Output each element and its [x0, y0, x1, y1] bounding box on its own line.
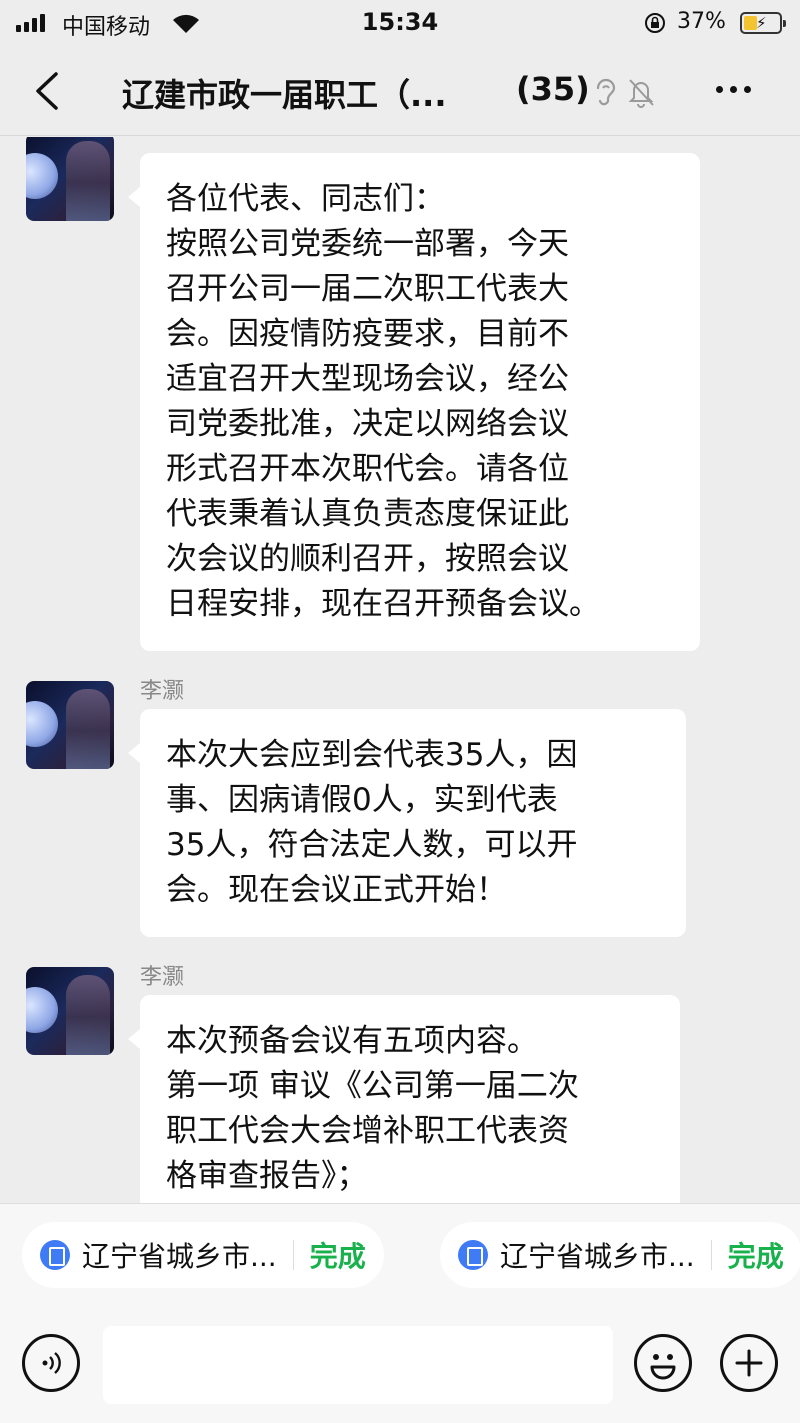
message-line: 司党委批准，决定以网络会议 — [166, 406, 569, 442]
task-title: 辽宁省城乡市... — [500, 1240, 695, 1273]
message-line: 本次预备会议有五项内容。 — [166, 1023, 538, 1059]
plus-icon — [735, 1349, 763, 1377]
message-line: 第一项 审议《公司第一届二次 — [166, 1068, 579, 1104]
message-line: 按照公司党委统一部署，今天 — [166, 226, 569, 262]
message-line: 本次大会应到会代表35人，因 — [166, 737, 578, 773]
member-count: (35) — [516, 70, 590, 108]
voice-icon — [42, 1352, 61, 1374]
message-line: 适宜召开大型现场会议，经公 — [166, 361, 569, 397]
clipboard-icon — [40, 1240, 70, 1270]
bell-muted-icon — [628, 79, 654, 108]
task-status: 完成 — [727, 1240, 784, 1273]
avatar[interactable] — [26, 137, 114, 221]
battery-percent: 37% — [677, 9, 726, 34]
orientation-lock-icon — [645, 13, 665, 33]
smiley-icon — [650, 1354, 676, 1380]
message-line: 事、因病请假0人，实到代表 — [166, 782, 558, 818]
sender-name: 李灏 — [140, 679, 185, 704]
chat-title[interactable]: 辽建市政一届职工（... — [122, 70, 446, 116]
message-line: 形式召开本次职代会。请各位 — [166, 451, 569, 487]
ear-icon — [596, 78, 616, 106]
message-line: 35人，符合法定人数，可以开 — [166, 827, 578, 863]
message-line: 召开公司一届二次职工代表大 — [166, 271, 569, 307]
message-bubble[interactable]: 各位代表、同志们： 按照公司党委统一部署，今天 召开公司一届二次职工代表大 会。… — [128, 153, 700, 651]
message-line: 日程安排，现在召开预备会议。 — [166, 586, 600, 622]
message-line: 会。因疫情防疫要求，目前不 — [166, 316, 569, 352]
chat-header: 辽建市政一届职工（... (35) — [0, 46, 800, 136]
message-line: 代表秉着认真负责态度保证此 — [166, 496, 569, 532]
message-input[interactable] — [103, 1326, 613, 1404]
message-bubble[interactable]: 本次预备会议有五项内容。 第一项 审议《公司第一届二次 职工代会大会增补职工代表… — [128, 995, 680, 1203]
task-chip[interactable]: 辽宁省城乡市... 完成 — [22, 1222, 384, 1288]
sender-name: 李灏 — [140, 965, 185, 990]
task-title: 辽宁省城乡市... — [82, 1240, 277, 1273]
message-line: 各位代表、同志们： — [166, 181, 445, 217]
voice-input-button[interactable] — [22, 1334, 80, 1392]
message-list[interactable]: 李灏 各位代表、同志们： 按照公司党委统一部署，今天 召开公司一届二次职工代表大… — [0, 137, 800, 1203]
message-bubble[interactable]: 本次大会应到会代表35人，因 事、因病请假0人，实到代表 35人，符合法定人数，… — [128, 709, 686, 937]
back-chevron-icon[interactable] — [30, 68, 70, 114]
emoji-button[interactable] — [634, 1334, 692, 1392]
message-line: 职工代会大会增补职工代表资 — [166, 1113, 569, 1149]
more-icon[interactable] — [716, 74, 766, 104]
bottom-bar: 辽宁省城乡市... 完成 辽宁省城乡市... 完成 — [0, 1203, 800, 1423]
message-line: 次会议的顺利召开，按照会议 — [166, 541, 569, 577]
clipboard-icon — [458, 1240, 488, 1270]
battery-charging-icon: ⚡ — [740, 12, 786, 34]
avatar[interactable] — [26, 681, 114, 769]
avatar[interactable] — [26, 967, 114, 1055]
more-actions-button[interactable] — [720, 1334, 778, 1392]
task-status: 完成 — [309, 1240, 366, 1273]
message-line: 格审查报告》； — [166, 1158, 368, 1194]
task-chip[interactable]: 辽宁省城乡市... 完成 — [440, 1222, 800, 1288]
status-bar: 中国移动 15:34 37% ⚡ — [0, 0, 800, 46]
message-line: 会。现在会议正式开始！ — [166, 872, 507, 908]
